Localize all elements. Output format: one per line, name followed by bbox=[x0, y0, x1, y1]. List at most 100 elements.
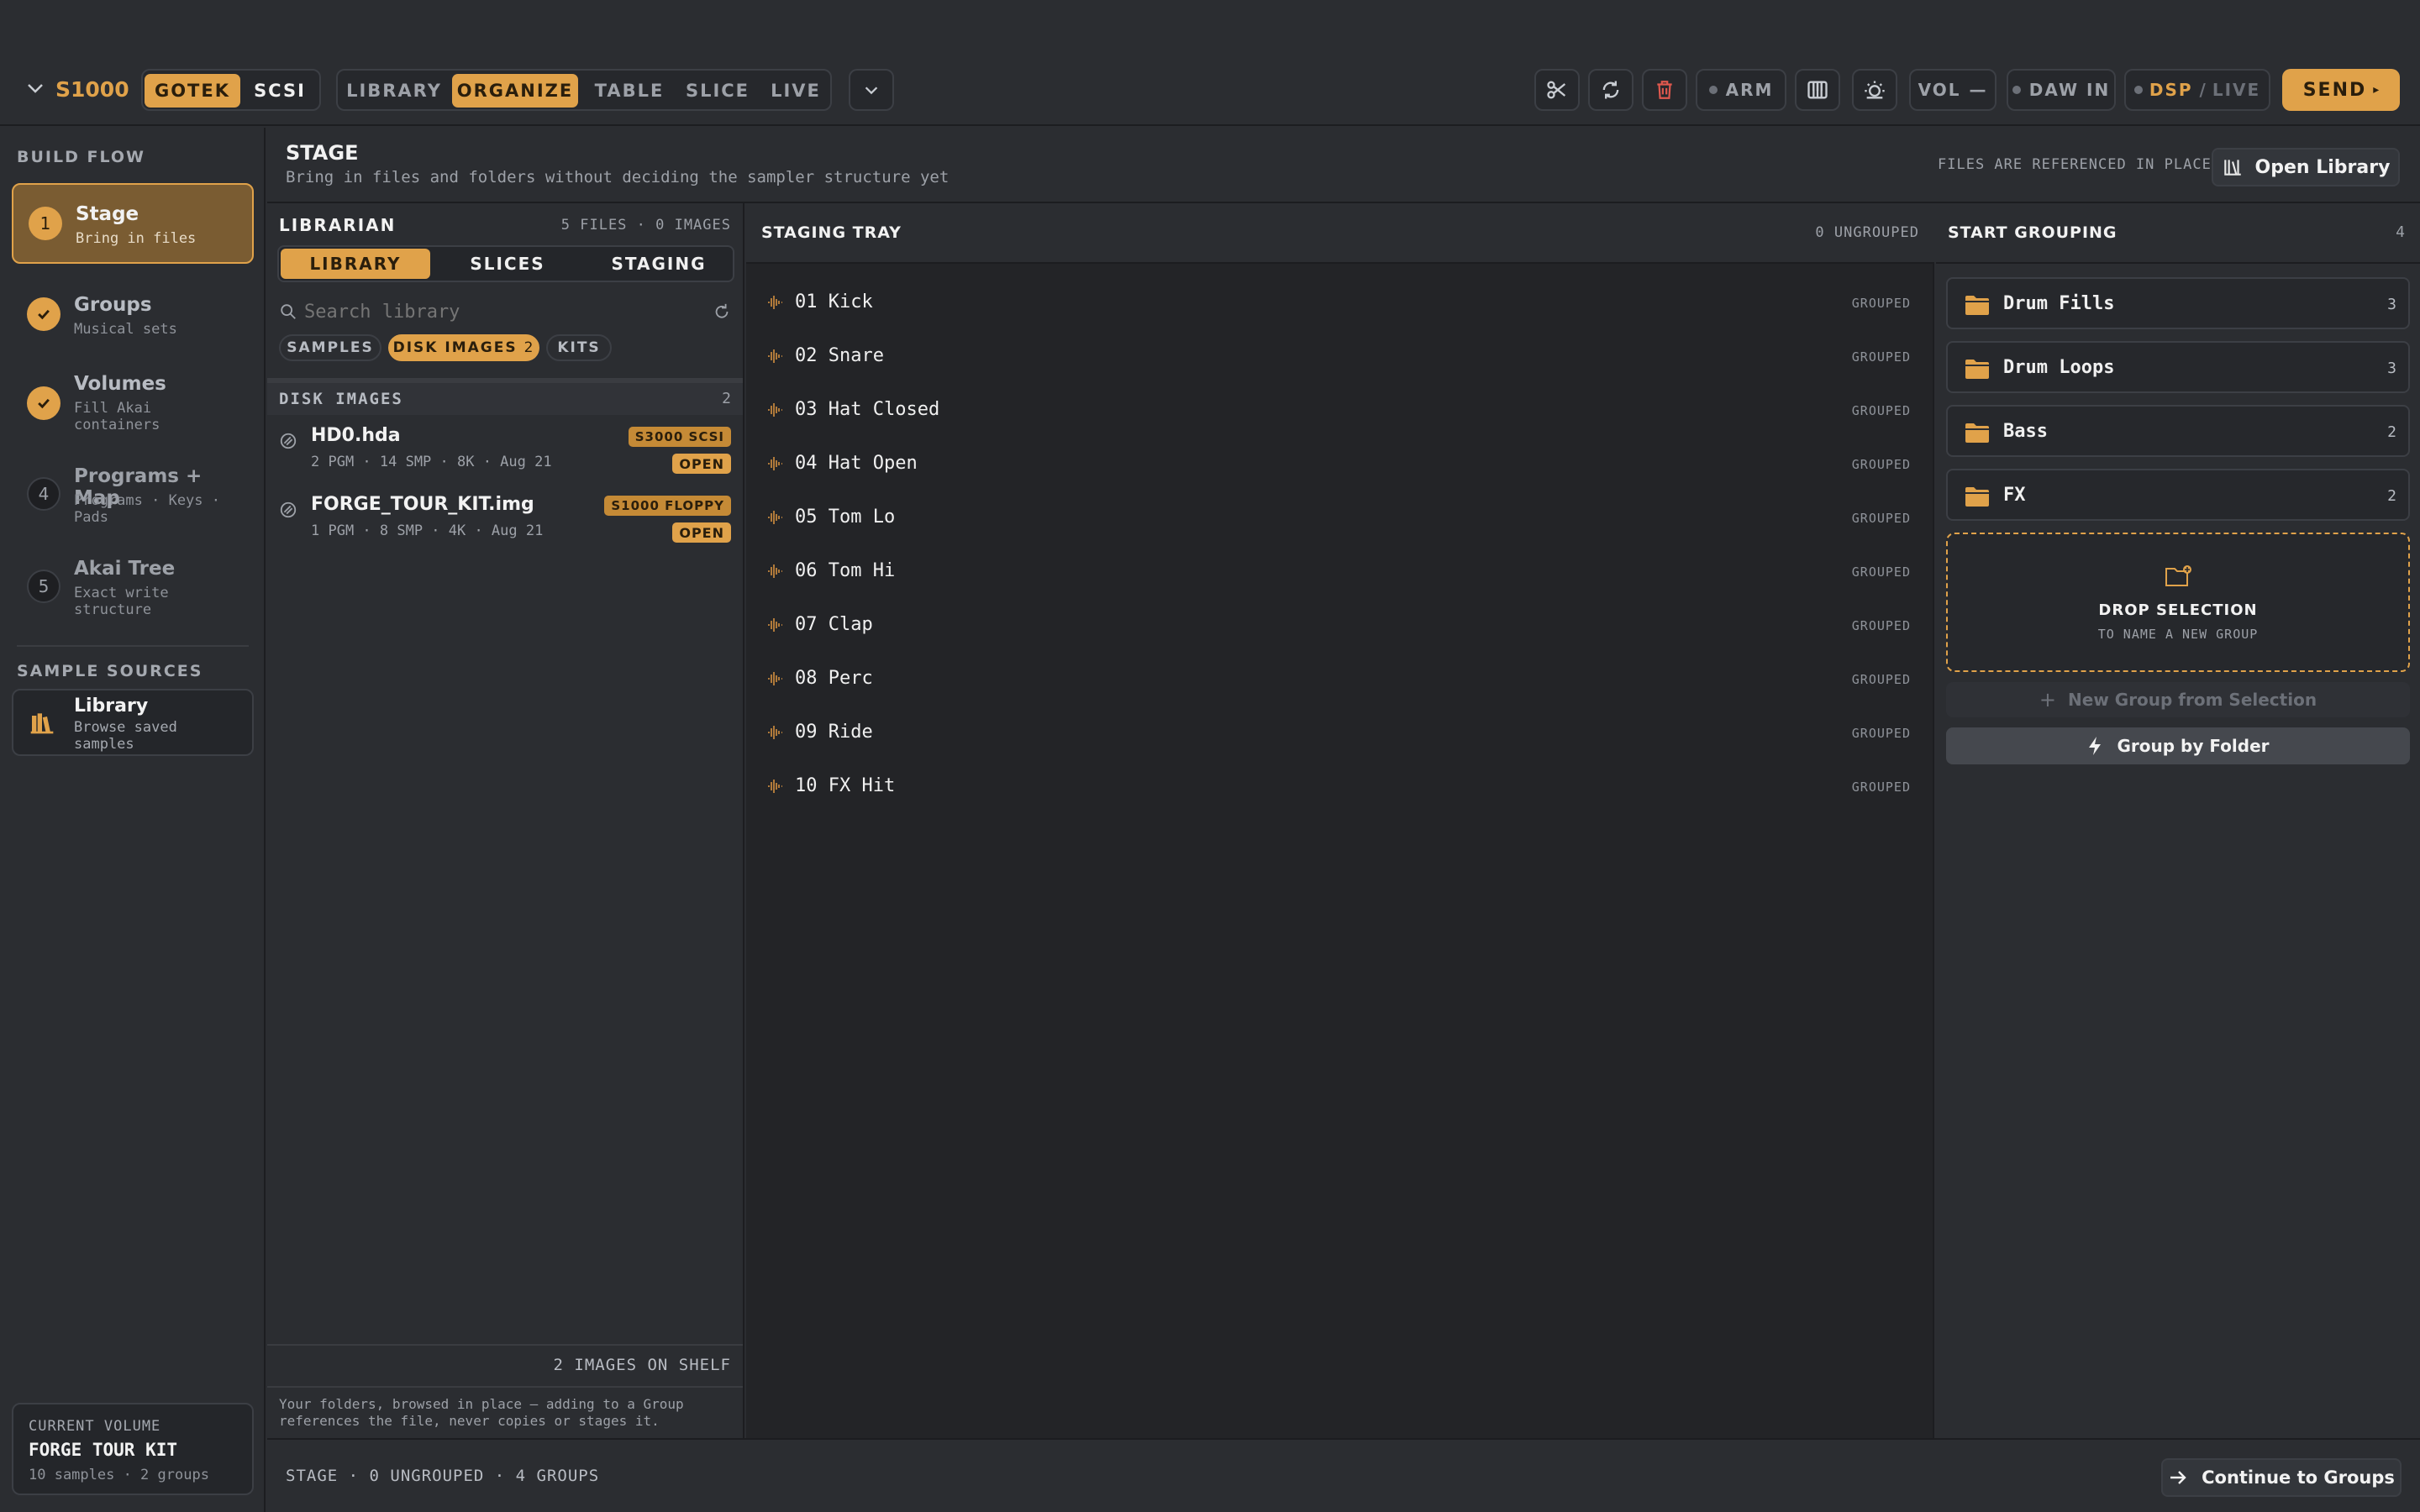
list-item[interactable]: 04 Hat Open GROUPED bbox=[746, 437, 1934, 491]
refresh-icon bbox=[1602, 81, 1619, 99]
open-button[interactable]: OPEN bbox=[672, 522, 731, 543]
list-item[interactable]: 06 Tom Hi GROUPED bbox=[746, 544, 1934, 598]
delete-button[interactable] bbox=[1642, 69, 1687, 111]
list-item[interactable]: 08 Perc GROUPED bbox=[746, 652, 1934, 706]
refresh-icon[interactable] bbox=[713, 302, 731, 324]
step-title: Volumes bbox=[74, 373, 166, 395]
volume-control[interactable]: VOL — bbox=[1909, 69, 1996, 111]
list-item[interactable]: HD0.hda 2 PGM · 14 SMP · 8K · Aug 21 S30… bbox=[267, 415, 743, 484]
list-item[interactable]: 05 Tom Lo GROUPED bbox=[746, 491, 1934, 544]
group-by-folder-button[interactable]: Group by Folder bbox=[1946, 727, 2410, 764]
list-item[interactable]: FORGE_TOUR_KIT.img 1 PGM · 8 SMP · 4K · … bbox=[267, 484, 743, 553]
theme-toggle-button[interactable] bbox=[1852, 69, 1897, 111]
tab-slice[interactable]: SLICE bbox=[677, 74, 758, 108]
filter-samples[interactable]: SAMPLES bbox=[279, 334, 381, 361]
send-button[interactable]: SEND ▸ bbox=[2282, 69, 2400, 111]
sample-name: 10 FX Hit bbox=[795, 775, 896, 796]
chevron-down-icon[interactable] bbox=[25, 78, 45, 102]
waveform-icon bbox=[766, 455, 783, 475]
format-badge: S1000 FLOPPY bbox=[604, 496, 731, 516]
list-item[interactable]: 01 Kick GROUPED bbox=[746, 276, 1934, 329]
daw-in-toggle[interactable]: DAW IN bbox=[2007, 69, 2116, 111]
group-card[interactable]: Drum Fills 3 bbox=[1946, 277, 2410, 329]
source-library[interactable]: Library Browse saved samples bbox=[12, 689, 254, 756]
search-input[interactable] bbox=[304, 297, 674, 326]
ungrouped-count: 0 UNGROUPED bbox=[1815, 224, 1919, 241]
current-volume-meta: 10 samples · 2 groups bbox=[29, 1467, 209, 1483]
piano-icon bbox=[1807, 81, 1828, 99]
page-title: STAGE bbox=[286, 141, 359, 165]
new-group-label: New Group from Selection bbox=[2068, 690, 2317, 710]
mode-scsi[interactable]: SCSI bbox=[242, 74, 318, 108]
tab-library[interactable]: LIBRARY bbox=[281, 249, 430, 279]
refresh-button[interactable] bbox=[1588, 69, 1634, 111]
step-subtitle: Programs · Keys · Pads bbox=[74, 492, 220, 526]
status-dot bbox=[2012, 86, 2021, 94]
stage-header: STAGE Bring in files and folders without… bbox=[267, 128, 2420, 203]
list-item[interactable]: 03 Hat Closed GROUPED bbox=[746, 383, 1934, 437]
drop-subtitle: TO NAME A NEW GROUP bbox=[2097, 627, 2259, 642]
status-dot bbox=[2133, 86, 2143, 94]
list-item[interactable]: 07 Clap GROUPED bbox=[746, 598, 1934, 652]
sample-name: 06 Tom Hi bbox=[795, 560, 896, 581]
new-group-button[interactable]: + New Group from Selection bbox=[1946, 682, 2410, 717]
library-icon bbox=[2223, 160, 2241, 176]
source-title: Library bbox=[74, 696, 149, 717]
cut-button[interactable] bbox=[1534, 69, 1580, 111]
disk-name: FORGE_TOUR_KIT.img bbox=[311, 494, 534, 515]
device-name[interactable]: S1000 bbox=[55, 77, 129, 102]
divider bbox=[267, 1344, 743, 1346]
sample-name: 07 Clap bbox=[795, 614, 873, 635]
books-icon bbox=[29, 709, 55, 739]
status-footer: STAGE · 0 UNGROUPED · 4 GROUPS Continue … bbox=[267, 1438, 2420, 1512]
live-label: LIVE bbox=[2212, 80, 2261, 100]
waveform-icon bbox=[766, 402, 783, 422]
open-library-button[interactable]: Open Library bbox=[2212, 148, 2400, 186]
status-text: STAGE · 0 UNGROUPED · 4 GROUPS bbox=[286, 1467, 600, 1485]
more-tabs-button[interactable] bbox=[849, 69, 894, 111]
sample-status: GROUPED bbox=[1851, 349, 1911, 365]
group-card[interactable]: FX 2 bbox=[1946, 469, 2410, 521]
tab-organize[interactable]: ORGANIZE bbox=[452, 74, 578, 108]
list-item[interactable]: 09 Ride GROUPED bbox=[746, 706, 1934, 759]
mode-gotek[interactable]: GOTEK bbox=[145, 74, 240, 108]
filter-disk-images[interactable]: DISK IMAGES 2 bbox=[388, 334, 539, 361]
sample-status: GROUPED bbox=[1851, 672, 1911, 687]
group-card[interactable]: Bass 2 bbox=[1946, 405, 2410, 457]
disk-meta: 2 PGM · 14 SMP · 8K · Aug 21 bbox=[311, 454, 552, 470]
step-number: 4 bbox=[27, 477, 60, 511]
tab-library[interactable]: LIBRARY bbox=[346, 74, 442, 108]
step-groups[interactable]: Groups Musical sets bbox=[12, 276, 254, 356]
open-button[interactable]: OPEN bbox=[672, 454, 731, 474]
dsp-live-toggle[interactable]: DSP / LIVE bbox=[2124, 69, 2270, 111]
disk-icon bbox=[279, 501, 297, 522]
step-stage[interactable]: 1 Stage Bring in files bbox=[12, 183, 254, 264]
tab-slices[interactable]: SLICES bbox=[432, 249, 583, 279]
step-volumes[interactable]: Volumes Fill Akai containers bbox=[12, 363, 254, 447]
drop-zone[interactable]: DROP SELECTION TO NAME A NEW GROUP bbox=[1946, 533, 2410, 672]
sample-sources-heading: SAMPLE SOURCES bbox=[17, 662, 203, 680]
group-name: Drum Loops bbox=[2003, 357, 2115, 378]
step-subtitle: Fill Akai containers bbox=[74, 400, 160, 433]
status-dot bbox=[1708, 86, 1718, 94]
source-subtitle: Browse saved samples bbox=[74, 719, 177, 753]
list-item[interactable]: 10 FX Hit GROUPED bbox=[746, 759, 1934, 813]
group-card[interactable]: Drum Loops 3 bbox=[1946, 341, 2410, 393]
keyboard-button[interactable] bbox=[1795, 69, 1840, 111]
waveform-icon bbox=[766, 348, 783, 368]
list-item[interactable]: 02 Snare GROUPED bbox=[746, 329, 1934, 383]
send-label: SEND bbox=[2302, 79, 2367, 101]
filter-kits[interactable]: KITS bbox=[546, 334, 612, 361]
arm-toggle[interactable]: ARM bbox=[1696, 69, 1786, 111]
step-akai-tree[interactable]: 5 Akai Tree Exact write structure bbox=[12, 548, 254, 632]
sample-name: 04 Hat Open bbox=[795, 453, 918, 474]
continue-button[interactable]: Continue to Groups bbox=[2161, 1458, 2402, 1497]
sample-status: GROUPED bbox=[1851, 618, 1911, 633]
step-programs-map[interactable]: 4 Programs + Map Programs · Keys · Pads bbox=[12, 455, 254, 539]
tab-table[interactable]: TABLE bbox=[587, 74, 672, 108]
group-count: 4 bbox=[2396, 223, 2405, 241]
current-volume-label: CURRENT VOLUME bbox=[29, 1418, 161, 1435]
tab-staging[interactable]: STAGING bbox=[585, 249, 733, 279]
tab-live[interactable]: LIVE bbox=[763, 74, 829, 108]
source-mode-toggle: GOTEK SCSI bbox=[141, 69, 321, 111]
